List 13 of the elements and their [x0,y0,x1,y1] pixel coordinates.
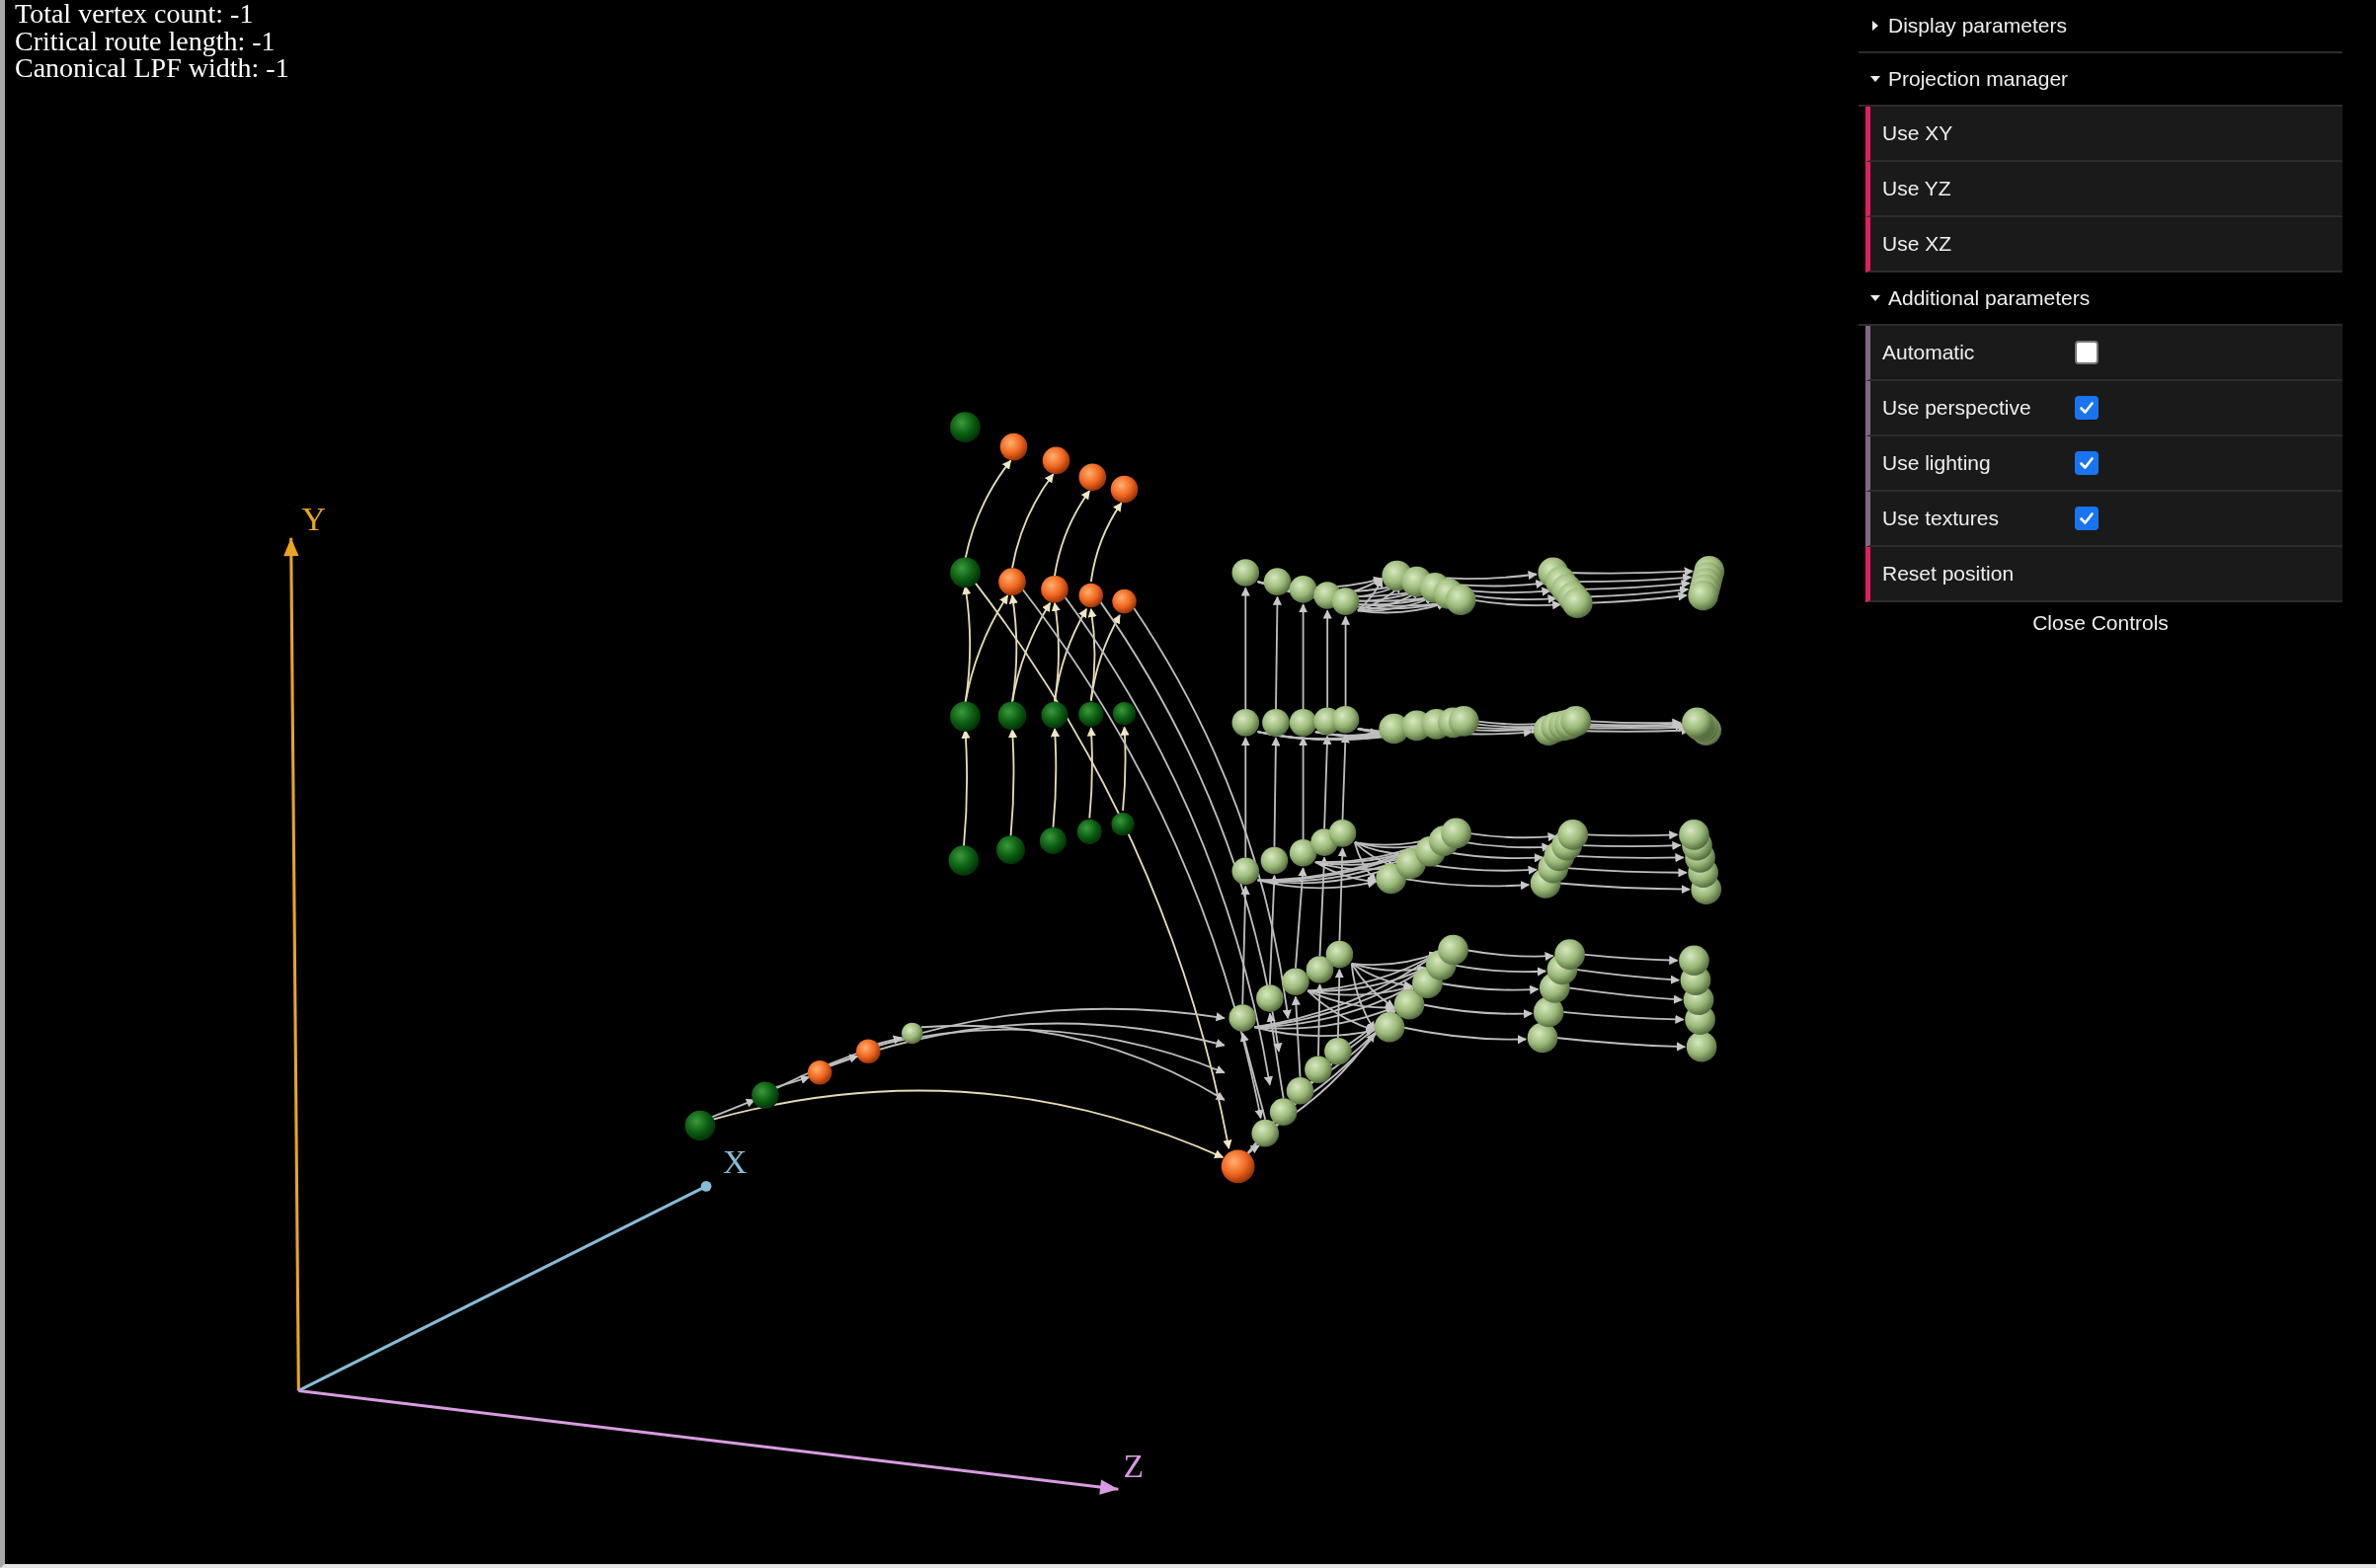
option-label: Use textures [1882,507,2000,530]
option-label: Use lighting [1882,451,1992,475]
action-button[interactable]: Reset position [1865,547,2342,602]
option-label: Use perspective [1882,396,2032,420]
stats-line: Critical route length: -1 [15,27,277,55]
axis-label: X [723,1142,748,1180]
stats-line: Total vertex count: -1 [15,0,255,28]
action-button[interactable]: Use XY [1865,107,2342,162]
action-button[interactable]: Use YZ [1865,162,2342,217]
axis-label: Y [301,501,326,537]
option-label: Automatic [1882,341,1976,364]
axis-label: Z [1123,1447,1145,1484]
action-button[interactable]: Use XZ [1865,217,2342,273]
